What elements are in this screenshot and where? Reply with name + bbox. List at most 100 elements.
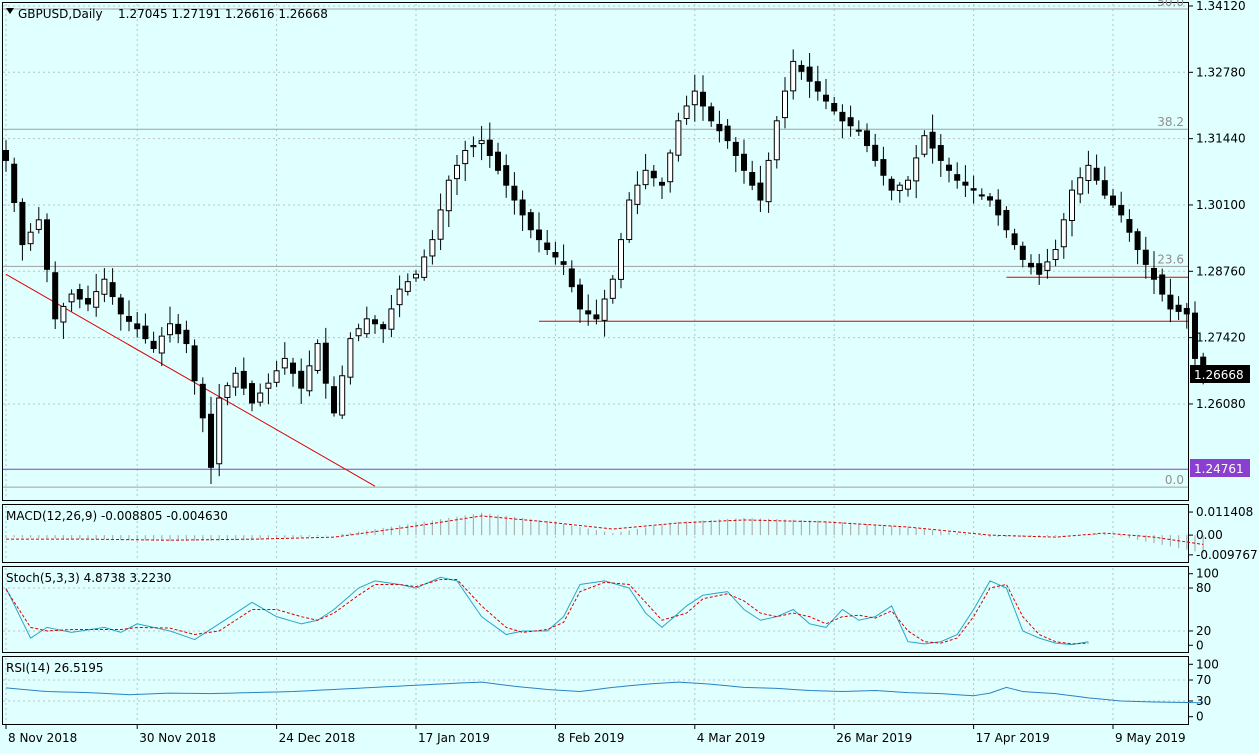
candle-down bbox=[1118, 204, 1125, 216]
candle-down bbox=[757, 182, 764, 201]
candle-up bbox=[1085, 164, 1092, 181]
time-axis-label: 17 Jan 2019 bbox=[418, 731, 490, 745]
support-price-tag-text: 1.24761 bbox=[1194, 462, 1244, 476]
candle-down bbox=[847, 117, 854, 127]
candle-down bbox=[929, 131, 936, 149]
rsi-pane-frame bbox=[2, 656, 1189, 725]
candle-up bbox=[1044, 261, 1051, 271]
candle-up bbox=[363, 318, 370, 335]
candle-up bbox=[609, 278, 616, 299]
candle-down bbox=[486, 139, 493, 156]
macd-axis-label: 0.011408 bbox=[1196, 505, 1253, 519]
indicator-layer bbox=[5, 512, 1204, 704]
candle-up bbox=[790, 60, 797, 92]
overlay-layer: 50.0 38.2 23.6 0.0 bbox=[3, 0, 1188, 488]
candle-down bbox=[519, 199, 526, 216]
chart-canvas: 50.0 38.2 23.6 0.0 1.34120 1.32780 1.31440 1.3… bbox=[2, 0, 1258, 745]
candle-up bbox=[101, 278, 108, 295]
candle-down bbox=[19, 201, 26, 246]
price-axis-label: 1.34120 bbox=[1196, 0, 1246, 13]
symbol-timeframe: GBPUSD,Daily bbox=[18, 7, 103, 21]
time-axis-label: 24 Dec 2018 bbox=[279, 731, 356, 745]
candle-up bbox=[347, 338, 354, 378]
candle-down bbox=[552, 251, 559, 258]
candle-down bbox=[864, 130, 870, 147]
price-axis-label: 1.32780 bbox=[1196, 65, 1246, 79]
candle-up bbox=[765, 159, 772, 203]
grid-layer bbox=[3, 4, 1188, 723]
candle-down bbox=[568, 268, 575, 288]
candle-up bbox=[642, 169, 649, 186]
candle-up bbox=[265, 382, 272, 389]
candle-up bbox=[388, 308, 395, 330]
candle-up bbox=[257, 392, 264, 403]
candle-down bbox=[962, 181, 969, 186]
candle-up bbox=[1069, 189, 1075, 221]
candle-up bbox=[1052, 249, 1059, 261]
candle-down bbox=[495, 151, 501, 171]
candle-down bbox=[987, 196, 993, 201]
candle-down bbox=[117, 297, 124, 315]
candle-down bbox=[831, 103, 838, 112]
candle-down bbox=[1003, 209, 1010, 231]
chart-menu-triangle-icon[interactable] bbox=[6, 8, 14, 14]
price-pane-frame bbox=[2, 2, 1189, 501]
candle-down bbox=[823, 94, 829, 102]
candle-down bbox=[199, 383, 206, 419]
candle-up bbox=[281, 357, 288, 369]
candle-up bbox=[913, 157, 920, 182]
candle-down bbox=[175, 323, 182, 335]
fib-level-label: 23.6 bbox=[1157, 252, 1184, 266]
candle-up bbox=[634, 184, 641, 205]
candle-up bbox=[355, 328, 362, 337]
candle-down bbox=[749, 172, 756, 186]
candle-up bbox=[896, 184, 903, 192]
candle-down bbox=[85, 298, 91, 305]
candle-down bbox=[798, 65, 805, 72]
candle-up bbox=[675, 120, 682, 156]
candle-down bbox=[126, 315, 132, 322]
candle-down bbox=[937, 145, 944, 161]
candle-down bbox=[240, 370, 247, 389]
fib-level-label: 38.2 bbox=[1157, 115, 1184, 129]
candle-up bbox=[314, 343, 321, 371]
stoch-axis-label: 100 bbox=[1196, 567, 1219, 581]
candle-up bbox=[618, 239, 624, 280]
price-axis-label: 1.27420 bbox=[1196, 331, 1246, 345]
stoch-main-line bbox=[5, 576, 1089, 646]
candle-down bbox=[134, 323, 141, 330]
candle-down bbox=[880, 159, 887, 176]
candle-down bbox=[700, 91, 706, 107]
candle-up bbox=[429, 239, 436, 257]
stoch-axis-label: 80 bbox=[1196, 581, 1211, 595]
candle-down bbox=[946, 164, 952, 171]
candle-down bbox=[741, 153, 747, 171]
candle-up bbox=[782, 90, 788, 119]
price-axis-label: 1.28760 bbox=[1196, 264, 1246, 278]
ohlc-values: 1.27045 1.27191 1.26616 1.26668 bbox=[118, 7, 328, 21]
candle-down bbox=[372, 319, 378, 325]
candle-down bbox=[855, 129, 862, 132]
candle-down bbox=[544, 242, 551, 251]
time-axis-label: 4 Mar 2019 bbox=[697, 731, 765, 745]
candle-down bbox=[298, 370, 305, 389]
rsi-line bbox=[5, 681, 1204, 704]
time-axis-label: 9 May 2019 bbox=[1115, 731, 1186, 745]
candle-down bbox=[1126, 219, 1133, 233]
rsi-axis-label: 30 bbox=[1196, 694, 1211, 708]
candle-down bbox=[708, 106, 715, 122]
candle-down bbox=[3, 150, 9, 161]
candle-down bbox=[1101, 180, 1108, 196]
candle-down bbox=[1167, 294, 1174, 310]
candle-up bbox=[167, 323, 173, 336]
candle-up bbox=[339, 375, 346, 416]
candle-down bbox=[659, 181, 665, 186]
candle-down bbox=[995, 199, 1002, 216]
candle-up bbox=[773, 120, 780, 161]
candle-down bbox=[954, 174, 961, 181]
candle-down bbox=[1142, 249, 1149, 265]
candle-up bbox=[306, 365, 313, 392]
candle-up bbox=[421, 256, 428, 278]
candle-down bbox=[560, 261, 567, 265]
candle-down bbox=[888, 178, 895, 191]
